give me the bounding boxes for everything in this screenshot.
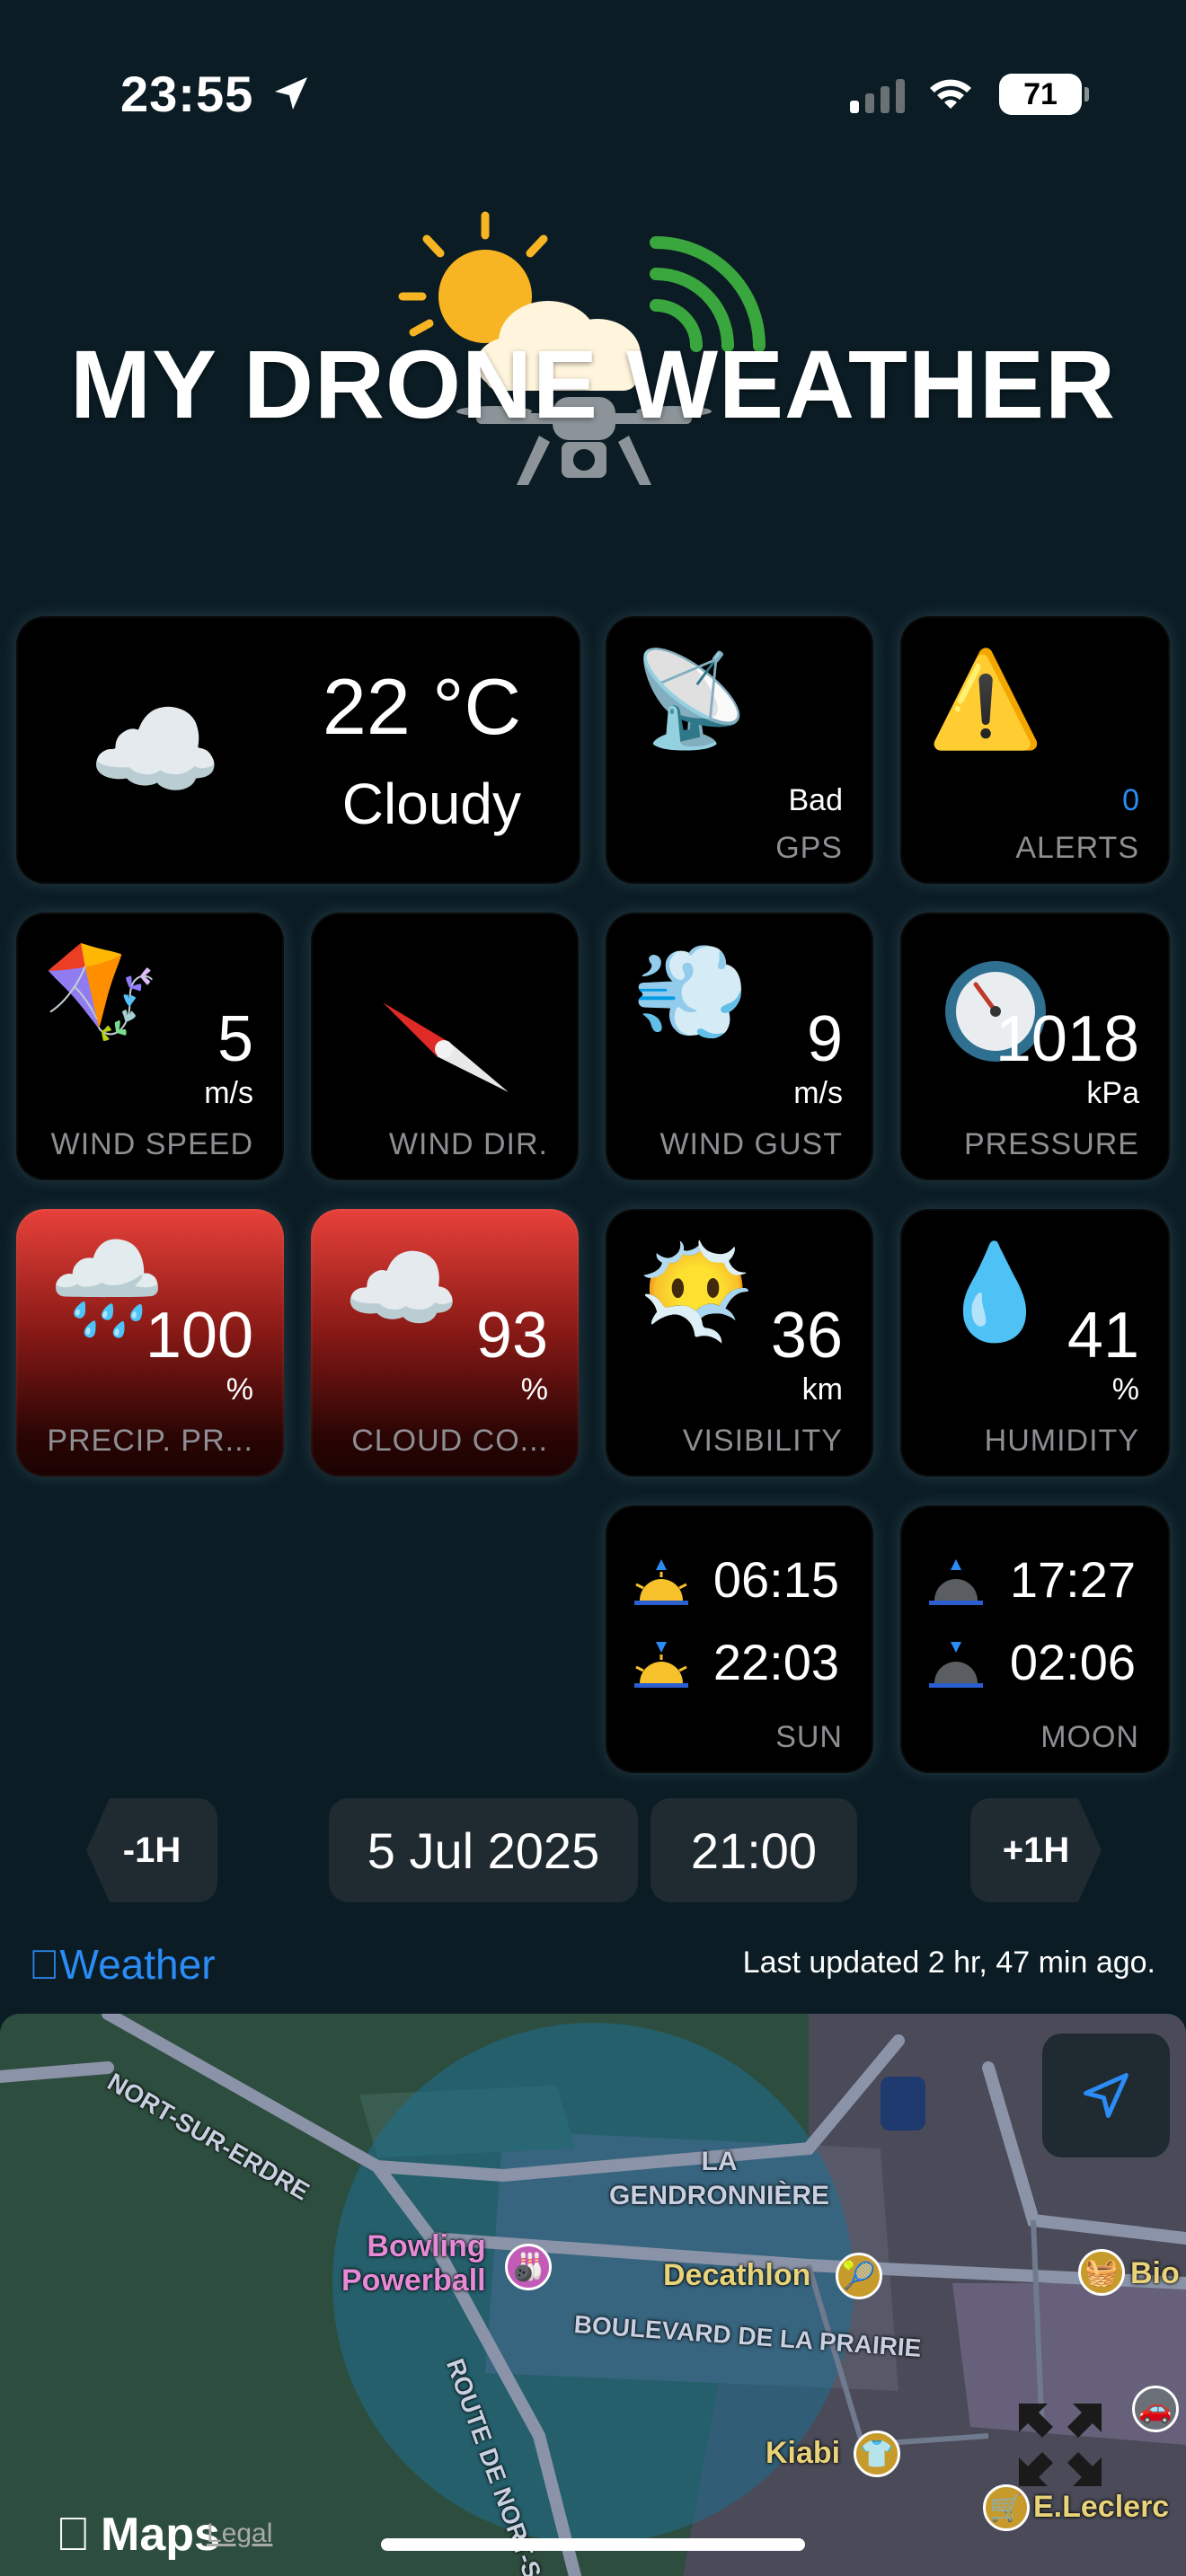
- gps-label: GPS: [775, 831, 843, 865]
- pressure-unit: kPa: [1086, 1076, 1139, 1110]
- wind-gust-unit: m/s: [793, 1076, 843, 1110]
- poi-label-decathlon: Decathlon: [663, 2258, 811, 2292]
- fog-face-icon: 😶‍🌫️: [638, 1237, 755, 1346]
- precipitation-card[interactable]: 🌧️ 100 % PRECIP. PR...: [16, 1209, 284, 1477]
- cloud-cover-value: 93: [475, 1300, 548, 1372]
- legal-link[interactable]: Legal: [207, 2519, 272, 2549]
- satellite-dish-icon: 📡: [633, 644, 749, 754]
- next-hour-button[interactable]: +1H: [970, 1798, 1102, 1902]
- wind-speed-card[interactable]: 🪁 5 m/s WIND SPEED: [16, 913, 284, 1180]
- precipitation-value: 100: [145, 1300, 253, 1372]
- cloud-cover-unit: %: [520, 1372, 548, 1407]
- cloud-cover-label: CLOUD CO...: [351, 1424, 548, 1458]
- last-updated-text: Last updated 2 hr, 47 min ago.: [742, 1945, 1155, 1980]
- locate-me-button[interactable]: [1042, 2033, 1170, 2157]
- status-bar: 23:55 71: [0, 0, 1186, 189]
- moon-card[interactable]: 17:27 02:06 MOON: [900, 1505, 1170, 1773]
- poi-label-bowling: Bowling Powerball: [341, 2229, 486, 2298]
- maps-brand-label: Maps: [101, 2509, 220, 2561]
- bio-pin-icon[interactable]: 🧺: [1078, 2249, 1125, 2296]
- weather-attribution-link[interactable]: Weather: [29, 1940, 216, 1989]
- wind-gust-value: 9: [806, 1003, 843, 1075]
- current-temperature: 22 °C: [322, 662, 521, 751]
- sunset-icon: [634, 1642, 688, 1688]
- cloud-icon: ☁️: [343, 1233, 460, 1343]
- previous-hour-button[interactable]: -1H: [86, 1798, 217, 1902]
- maps-attribution: Maps: [56, 2508, 220, 2562]
- moonset-icon: [929, 1642, 983, 1688]
- compass-needle-icon: [383, 1002, 509, 1092]
- pressure-label: PRESSURE: [963, 1127, 1139, 1161]
- weather-brand-label: Weather: [29, 1941, 216, 1988]
- wifi-icon: [930, 79, 971, 109]
- humidity-value: 41: [1067, 1300, 1139, 1372]
- apple-icon: : [56, 2508, 91, 2562]
- date-picker[interactable]: 5 Jul 2025: [329, 1798, 638, 1902]
- sunset-time: 22:03: [712, 1634, 839, 1690]
- map-view[interactable]: NORT-SUR-ERDRE LA GENDRONNIÈRE Bowling P…: [0, 2014, 1186, 2576]
- leclerc-pin-icon[interactable]: 🛒: [983, 2484, 1030, 2531]
- alerts-card[interactable]: ⚠️ 0 ALERTS: [900, 616, 1170, 884]
- current-weather-card[interactable]: ☁️ 22 °C Cloudy: [16, 616, 580, 884]
- sun-label: SUN: [775, 1720, 843, 1754]
- moonrise-time: 17:27: [1009, 1551, 1136, 1608]
- wind-gust-icon: 💨: [633, 937, 749, 1046]
- pressure-value: 1018: [995, 1003, 1139, 1075]
- visibility-card[interactable]: 😶‍🌫️ 36 km VISIBILITY: [606, 1209, 873, 1477]
- humidity-card[interactable]: 💧 41 % HUMIDITY: [900, 1209, 1170, 1477]
- bowling-pin-icon[interactable]: 🎳: [505, 2244, 552, 2290]
- wind-speed-unit: m/s: [204, 1076, 253, 1110]
- wind-speed-label: WIND SPEED: [50, 1127, 253, 1161]
- decathlon-pin-icon[interactable]: 🎾: [836, 2253, 882, 2299]
- area-label-la-gendronniere: LA GENDRONNIÈRE: [609, 2147, 830, 2210]
- moon-label: MOON: [1040, 1720, 1139, 1754]
- location-arrow-icon: [275, 77, 307, 110]
- wind-gust-card[interactable]: 💨 9 m/s WIND GUST: [606, 913, 873, 1180]
- poi-label-kiabi: Kiabi: [766, 2436, 841, 2470]
- kiabi-pin-icon[interactable]: 👕: [854, 2430, 900, 2477]
- precipitation-unit: %: [226, 1372, 253, 1407]
- warning-icon: ⚠️: [927, 644, 1044, 754]
- gps-status: Bad: [788, 783, 844, 817]
- app-title: MY DRONE WEATHER: [69, 330, 1117, 438]
- humidity-unit: %: [1111, 1372, 1139, 1407]
- status-time: 23:55: [120, 66, 254, 122]
- wind-direction-card[interactable]: WIND DIR.: [311, 913, 579, 1180]
- moonrise-icon: [929, 1559, 983, 1605]
- droplet-icon: 💧: [936, 1237, 1053, 1346]
- precipitation-label: PRECIP. PR...: [47, 1424, 253, 1458]
- gps-card[interactable]: 📡 Bad GPS: [606, 616, 873, 884]
- sunrise-time: 06:15: [712, 1551, 839, 1608]
- wind-direction-label: WIND DIR.: [388, 1127, 548, 1161]
- home-indicator[interactable]: [381, 2538, 805, 2551]
- cloud-icon: ☁️: [88, 688, 223, 813]
- cellular-signal-icon: [850, 79, 905, 113]
- car-pin-icon[interactable]: 🚗: [1132, 2386, 1179, 2432]
- wind-gust-label: WIND GUST: [659, 1127, 843, 1161]
- visibility-label: VISIBILITY: [682, 1424, 843, 1458]
- wind-speed-value: 5: [217, 1003, 253, 1075]
- apple-icon: : [29, 1941, 60, 1988]
- visibility-value: 36: [770, 1300, 843, 1372]
- cloud-cover-card[interactable]: ☁️ 93 % CLOUD CO...: [311, 1209, 579, 1477]
- location-arrow-icon: [1084, 2073, 1128, 2118]
- poi-label-bio: Bio: [1130, 2256, 1180, 2290]
- moonset-time: 02:06: [1009, 1634, 1136, 1690]
- alerts-count: 0: [1122, 783, 1139, 817]
- kite-icon: 🪁: [43, 937, 160, 1046]
- visibility-unit: km: [801, 1372, 843, 1407]
- current-condition: Cloudy: [341, 772, 521, 836]
- pressure-card[interactable]: 1018 kPa PRESSURE: [900, 913, 1170, 1180]
- expand-map-icon[interactable]: [1015, 2400, 1105, 2490]
- poi-label-e-leclerc: E.Leclerc: [1033, 2490, 1170, 2524]
- sun-card[interactable]: 06:15 22:03 SUN: [606, 1505, 873, 1773]
- humidity-label: HUMIDITY: [984, 1424, 1139, 1458]
- battery-icon: 71: [999, 74, 1089, 115]
- time-picker[interactable]: 21:00: [651, 1798, 857, 1902]
- alerts-label: ALERTS: [1015, 831, 1139, 865]
- sunrise-icon: [634, 1559, 688, 1605]
